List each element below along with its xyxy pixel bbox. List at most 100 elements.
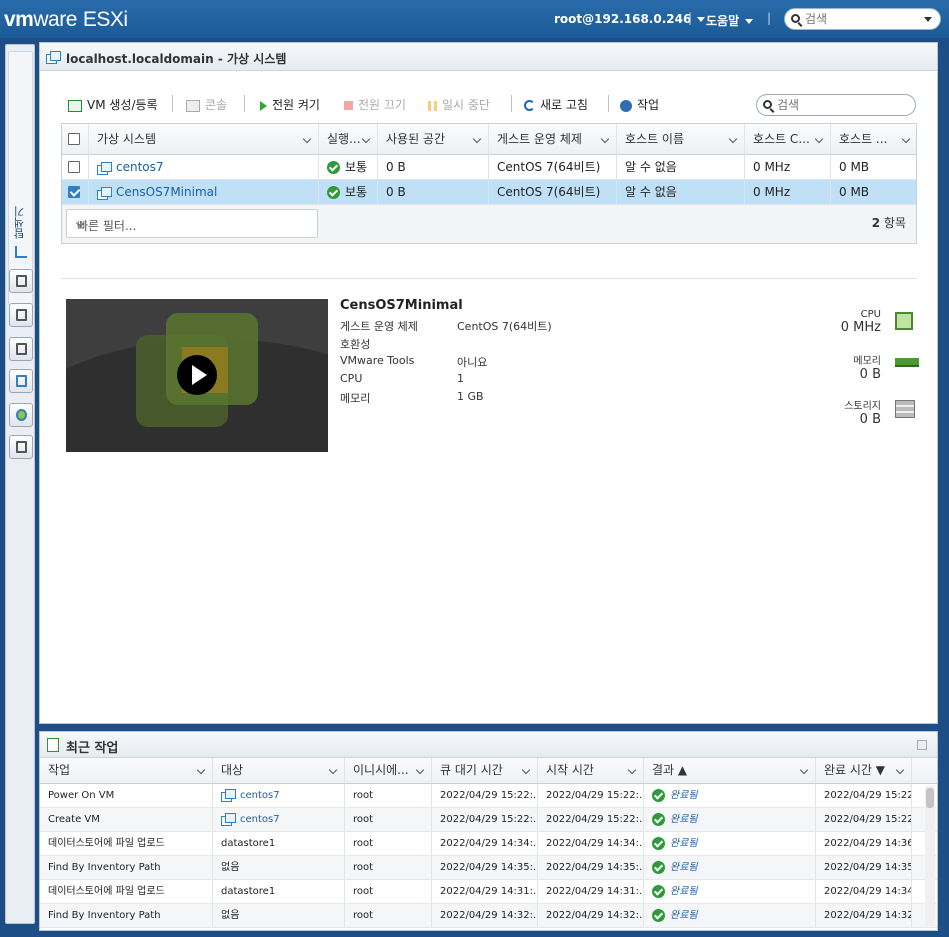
select-all-cell bbox=[62, 124, 89, 154]
task-row[interactable]: 데이터스토어에 파일 업로드 datastore1 root 2022/04/29 1… bbox=[40, 832, 937, 856]
top-bar: vmware ESXi root@192.168.0.246 | 도움말 | bbox=[0, 0, 949, 38]
chevron-down-icon[interactable] bbox=[901, 134, 911, 144]
virtual-machines-button[interactable] bbox=[9, 369, 33, 393]
task-result: 완료됨 bbox=[644, 880, 816, 903]
refresh-button[interactable]: 새로 고침 bbox=[524, 96, 588, 113]
col-target[interactable]: 대상 bbox=[213, 758, 345, 783]
col-task[interactable]: 작업 bbox=[40, 758, 213, 783]
task-task: Power On VM bbox=[40, 784, 213, 807]
networking-button[interactable] bbox=[9, 403, 33, 427]
select-all-checkbox[interactable] bbox=[68, 133, 80, 145]
row-checkbox[interactable] bbox=[68, 161, 80, 173]
vm-icon-shape bbox=[221, 813, 236, 826]
chevron-down-icon[interactable] bbox=[328, 765, 338, 775]
row-checkbox[interactable] bbox=[68, 186, 80, 198]
vm-search-input[interactable] bbox=[777, 98, 907, 112]
vm-row[interactable]: CensOS7Minimal 보통 0 B CentOS 7(64비트) 알 수 없음 0… bbox=[62, 180, 916, 205]
storage-icon bbox=[895, 400, 915, 418]
quick-filter[interactable]: 빠른 필터... bbox=[66, 209, 318, 238]
chevron-down-icon[interactable] bbox=[472, 134, 482, 144]
task-result: 완료됨 bbox=[644, 808, 816, 831]
col-host-name[interactable]: 호스트 이름 bbox=[617, 124, 745, 154]
task-result-text: 완료됨 bbox=[670, 838, 698, 849]
navigator-tab[interactable]: 탐색기 bbox=[8, 51, 33, 305]
task-result: 완료됨 bbox=[644, 784, 816, 807]
actions-button[interactable]: 작업 bbox=[620, 96, 659, 113]
vm-console-thumbnail[interactable] bbox=[66, 299, 328, 452]
col-host-cpu[interactable]: 호스트 C... bbox=[745, 124, 831, 154]
gear-icon bbox=[620, 99, 632, 112]
host-monitor-button[interactable] bbox=[9, 337, 33, 361]
vm-icon bbox=[221, 789, 236, 802]
task-initiator: root bbox=[345, 880, 432, 903]
power-on-button[interactable]: 전원 켜기 bbox=[260, 96, 320, 113]
chevron-down-icon[interactable] bbox=[521, 765, 531, 775]
suspend-button[interactable]: 일시 중단 bbox=[428, 96, 490, 113]
col-used-space[interactable]: 사용된 공간 bbox=[378, 124, 489, 154]
chevron-down-icon[interactable] bbox=[814, 134, 824, 144]
row-select-cell bbox=[62, 155, 89, 179]
vm-guest-os: CentOS 7(64비트) bbox=[489, 180, 617, 204]
col-initiator[interactable]: 이니시에... bbox=[345, 758, 432, 783]
task-started: 2022/04/29 15:22:... bbox=[538, 808, 644, 831]
grid-header: 가상 시스템 실행... 사용된 공간 게스트 운영 체제 호스트 이름 호스트… bbox=[62, 124, 916, 155]
power-off-button[interactable]: 전원 끄기 bbox=[344, 96, 406, 113]
storage-button[interactable] bbox=[9, 435, 33, 459]
task-row[interactable]: Create VM centos7 root 2022/04/29 15:22:...… bbox=[40, 808, 937, 832]
chevron-down-icon[interactable] bbox=[924, 17, 932, 22]
vm-name-cell[interactable]: centos7 bbox=[89, 155, 319, 179]
task-queued: 2022/04/29 14:31:... bbox=[432, 880, 538, 903]
divider: | bbox=[767, 11, 772, 25]
chevron-down-icon[interactable] bbox=[196, 765, 206, 775]
chevron-down-icon[interactable] bbox=[627, 765, 637, 775]
col-result[interactable]: 결과 ▲ bbox=[644, 758, 816, 783]
create-vm-button[interactable]: VM 생성/등록 bbox=[68, 96, 158, 113]
vm-name-link[interactable]: centos7 bbox=[116, 160, 164, 174]
chevron-down-icon bbox=[745, 19, 754, 24]
chevron-down-icon[interactable] bbox=[361, 134, 371, 144]
chevron-down-icon[interactable] bbox=[302, 134, 312, 144]
task-row[interactable]: Find By Inventory Path 없음 root 2022/04/29 1… bbox=[40, 904, 937, 928]
vm-name-link[interactable]: CensOS7Minimal bbox=[116, 185, 217, 199]
vm-search[interactable] bbox=[756, 94, 916, 116]
vm-row[interactable]: centos7 보통 0 B CentOS 7(64비트) 알 수 없음 0 MHz 0 M… bbox=[62, 155, 916, 180]
console-button[interactable]: 콘솔 bbox=[186, 96, 227, 113]
col-completed[interactable]: 완료 시간 ▼ bbox=[816, 758, 912, 783]
play-icon[interactable] bbox=[177, 355, 217, 395]
task-target[interactable]: centos7 bbox=[213, 784, 345, 807]
task-target-link[interactable]: centos7 bbox=[240, 790, 280, 801]
resource-label: 메모리 bbox=[853, 356, 881, 367]
task-row[interactable]: 데이터스토어에 파일 업로드 datastore1 root 2022/04/29 1… bbox=[40, 880, 937, 904]
col-vm-name[interactable]: 가상 시스템 bbox=[89, 124, 319, 154]
vm-name-cell[interactable]: CensOS7Minimal bbox=[89, 180, 319, 204]
task-initiator: root bbox=[345, 808, 432, 831]
chevron-down-icon[interactable] bbox=[728, 134, 738, 144]
help-menu[interactable]: 도움말 bbox=[706, 12, 754, 29]
col-started[interactable]: 시작 시간 bbox=[538, 758, 644, 783]
task-row[interactable]: Find By Inventory Path 없음 root 2022/04/29 1… bbox=[40, 856, 937, 880]
task-target-link[interactable]: centos7 bbox=[240, 814, 280, 825]
grid-footer: 빠른 필터... 2 항목 bbox=[62, 205, 916, 243]
global-search-input[interactable] bbox=[805, 12, 915, 26]
global-search[interactable] bbox=[784, 8, 941, 30]
user-menu[interactable]: root@192.168.0.246 bbox=[554, 12, 706, 26]
refresh-icon bbox=[524, 100, 535, 111]
host-button[interactable] bbox=[9, 269, 33, 293]
chevron-down-icon[interactable] bbox=[895, 765, 905, 775]
page-title: localhost.localdomain - 가상 시스템 bbox=[66, 52, 287, 66]
task-row[interactable]: Power On VM centos7 root 2022/04/29 15:22:.… bbox=[40, 784, 937, 808]
maximize-icon[interactable] bbox=[917, 740, 927, 750]
chevron-down-icon[interactable] bbox=[415, 765, 425, 775]
col-guest-os[interactable]: 게스트 운영 체제 bbox=[489, 124, 617, 154]
tasks-scrollbar[interactable] bbox=[925, 786, 935, 926]
col-state[interactable]: 실행... bbox=[319, 124, 378, 154]
host-manage-button[interactable] bbox=[9, 303, 33, 327]
task-target[interactable]: centos7 bbox=[213, 808, 345, 831]
recent-tasks-title: 최근 작업 bbox=[66, 741, 119, 756]
recent-tasks-header: 최근 작업 bbox=[40, 732, 937, 758]
chevron-down-icon[interactable] bbox=[600, 134, 610, 144]
chevron-down-icon[interactable] bbox=[799, 765, 809, 775]
col-queued[interactable]: 큐 대기 시간 bbox=[432, 758, 538, 783]
col-host-memory[interactable]: 호스트 ... bbox=[831, 124, 917, 154]
item-count: 2 항목 bbox=[871, 216, 906, 230]
